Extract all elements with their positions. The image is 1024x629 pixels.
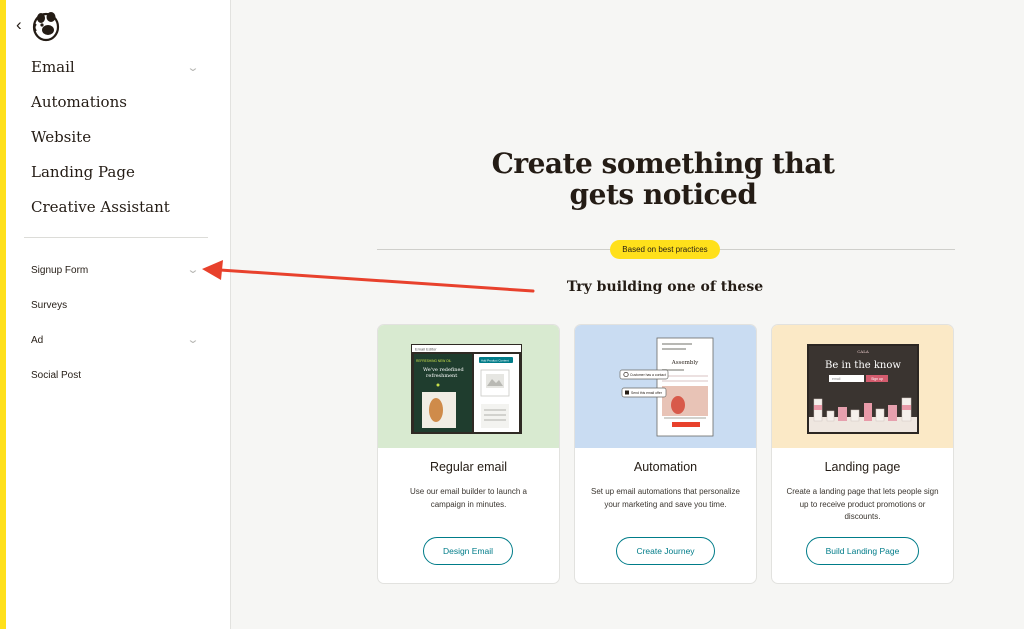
nav-item-ad[interactable]: Ad bbox=[31, 331, 43, 351]
nav-item-email[interactable]: Email bbox=[31, 52, 75, 82]
nav-item-social-post[interactable]: Social Post bbox=[31, 366, 81, 386]
best-practices-badge: Based on best practices bbox=[610, 240, 720, 259]
main-content: Create something that gets noticed Based… bbox=[231, 0, 1024, 629]
svg-text:Email Editor: Email Editor bbox=[415, 347, 437, 352]
svg-text:Be in the know: Be in the know bbox=[825, 360, 901, 371]
section-subtitle: Try building one of these bbox=[566, 279, 764, 295]
page-title-line-1: Create something that bbox=[491, 147, 835, 180]
mailchimp-logo[interactable] bbox=[30, 9, 62, 43]
svg-text:REFRESHING NEW OIL: REFRESHING NEW OIL bbox=[416, 359, 451, 363]
nav-item-creative-assistant[interactable]: Creative Assistant bbox=[31, 192, 170, 222]
svg-text:refreshment: refreshment bbox=[426, 373, 457, 379]
svg-text:CALA: CALA bbox=[857, 349, 869, 354]
card-description: Set up email automations that personaliz… bbox=[591, 487, 740, 509]
design-email-button[interactable]: Design Email bbox=[423, 537, 513, 565]
nav-item-landing-page[interactable]: Landing Page bbox=[31, 157, 135, 187]
card-title: Regular email bbox=[429, 460, 508, 474]
signup-form-chevron-down-icon[interactable]: ⌄ bbox=[185, 264, 202, 276]
ad-chevron-down-icon[interactable]: ⌄ bbox=[185, 334, 202, 346]
svg-text:Customer has a contact: Customer has a contact bbox=[630, 373, 666, 377]
svg-text:Assembly: Assembly bbox=[671, 360, 699, 366]
automation-illustration: Assembly Customer has a contact Send thi… bbox=[575, 325, 756, 448]
svg-text:email: email bbox=[832, 377, 841, 381]
page-title: Create something that gets noticed bbox=[467, 148, 859, 210]
sidebar: ‹ Email Automations Website Landing Page… bbox=[6, 0, 231, 629]
nav-item-website[interactable]: Website bbox=[31, 122, 91, 152]
svg-text:Add Product Content: Add Product Content bbox=[481, 359, 509, 363]
back-arrow-icon[interactable]: ‹ bbox=[16, 15, 30, 35]
card-landing-page[interactable]: CALA Be in the know email Sign up Landin… bbox=[771, 324, 954, 584]
svg-text:Sign up: Sign up bbox=[871, 377, 883, 381]
card-regular-email[interactable]: Email Editor REFRESHING NEW OIL We've re… bbox=[377, 324, 560, 584]
card-description: Use our email builder to launch a campai… bbox=[410, 487, 527, 509]
card-automation[interactable]: Assembly Customer has a contact Send thi… bbox=[574, 324, 757, 584]
svg-text:Send this email offer: Send this email offer bbox=[631, 391, 663, 395]
nav-item-surveys[interactable]: Surveys bbox=[31, 296, 67, 316]
card-title: Automation bbox=[633, 460, 698, 474]
page-title-line-2: gets noticed bbox=[569, 178, 757, 211]
email-chevron-down-icon[interactable]: ⌄ bbox=[185, 62, 202, 74]
regular-email-illustration: Email Editor REFRESHING NEW OIL We've re… bbox=[378, 325, 559, 448]
card-title: Landing page bbox=[824, 460, 901, 474]
sidebar-divider bbox=[24, 237, 208, 238]
nav-item-automations[interactable]: Automations bbox=[31, 87, 127, 117]
landing-page-illustration: CALA Be in the know email Sign up bbox=[772, 325, 953, 448]
create-journey-button[interactable]: Create Journey bbox=[616, 537, 715, 565]
nav-item-signup-form[interactable]: Signup Form bbox=[31, 261, 88, 281]
build-landing-page-button[interactable]: Build Landing Page bbox=[806, 537, 919, 565]
card-description: Create a landing page that lets people s… bbox=[786, 487, 939, 521]
